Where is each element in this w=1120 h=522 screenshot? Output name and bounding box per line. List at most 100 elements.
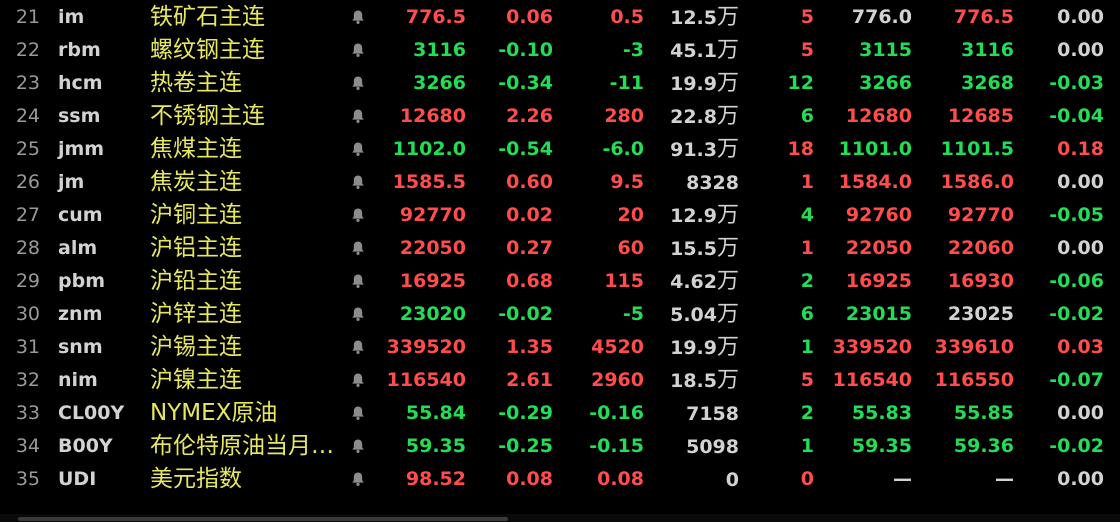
bell-icon[interactable] bbox=[350, 265, 366, 298]
volume-unit: 万 bbox=[716, 269, 739, 294]
quote-row[interactable]: 34 B00Y 布伦特原油当月… 59.35 -0.25 -0.15 5098 1 59.35 5… bbox=[0, 430, 1120, 463]
bell-icon[interactable] bbox=[350, 331, 366, 364]
current-volume: 1 bbox=[800, 435, 814, 457]
volume: 45.1万 bbox=[655, 34, 739, 67]
current-volume: 18 bbox=[787, 138, 814, 160]
current-volume: 4 bbox=[800, 204, 814, 226]
volume-value: 19.9 bbox=[670, 337, 717, 359]
bell-icon[interactable] bbox=[350, 232, 366, 265]
volume: 8328 bbox=[655, 166, 739, 199]
ask-price: 59.36 bbox=[953, 435, 1014, 457]
quote-row[interactable]: 22 rbm 螺纹钢主连 3116 -0.10 -3 45.1万 5 3115 3116 0.00 bbox=[0, 34, 1120, 67]
volume-value: 15.5 bbox=[670, 238, 717, 260]
volume: 0 bbox=[655, 463, 739, 496]
current-volume: 2 bbox=[800, 402, 814, 424]
current-volume: 5 bbox=[800, 39, 814, 61]
contract-code: rbm bbox=[58, 39, 101, 61]
change-percent: -0.02 bbox=[498, 303, 553, 325]
bell-icon[interactable] bbox=[350, 34, 366, 67]
quote-row[interactable]: 28 alm 沪铝主连 22050 0.27 60 15.5万 1 22050 22060 0.00 bbox=[0, 232, 1120, 265]
contract-code: jm bbox=[58, 171, 85, 193]
contract-code: znm bbox=[58, 303, 103, 325]
change-percent: 0.27 bbox=[506, 237, 553, 259]
row-index: 28 bbox=[15, 237, 40, 259]
quote-row[interactable]: 32 nim 沪镍主连 116540 2.61 2960 18.5万 5 116540 11655… bbox=[0, 364, 1120, 397]
quote-row[interactable]: 35 UDI 美元指数 98.52 0.08 0.08 0 0 — — 0.00 bbox=[0, 463, 1120, 496]
bid-price: 3115 bbox=[859, 39, 912, 61]
bell-icon[interactable] bbox=[350, 364, 366, 397]
bell-icon[interactable] bbox=[350, 166, 366, 199]
contract-code: hcm bbox=[58, 72, 103, 94]
volume-unit: 万 bbox=[716, 104, 739, 129]
contract-name: 布伦特原油当月… bbox=[150, 433, 334, 459]
quote-row[interactable]: 24 ssm 不锈钢主连 12680 2.26 280 22.8万 6 12680 12685 -0… bbox=[0, 100, 1120, 133]
bell-icon[interactable] bbox=[350, 1, 366, 34]
bell-icon[interactable] bbox=[350, 298, 366, 331]
current-volume: 1 bbox=[800, 336, 814, 358]
row-index: 34 bbox=[15, 435, 40, 457]
volume-value: 18.5 bbox=[670, 370, 717, 392]
quote-row[interactable]: 26 jm 焦炭主连 1585.5 0.60 9.5 8328 1 1584.0 1586.0 0.… bbox=[0, 166, 1120, 199]
quote-row[interactable]: 27 cum 沪铜主连 92770 0.02 20 12.9万 4 92760 92770 -0.0… bbox=[0, 199, 1120, 232]
change-percent: -0.25 bbox=[498, 435, 553, 457]
bell-icon[interactable] bbox=[350, 100, 366, 133]
bell-icon[interactable] bbox=[350, 463, 366, 496]
contract-code: alm bbox=[58, 237, 98, 259]
change-percent: 2.61 bbox=[506, 369, 553, 391]
row-index: 32 bbox=[15, 369, 40, 391]
change-percent: 0.06 bbox=[506, 6, 553, 28]
volume-value: 19.9 bbox=[670, 73, 717, 95]
quote-row[interactable]: 23 hcm 热卷主连 3266 -0.34 -11 19.9万 12 3266 3268 -0.0… bbox=[0, 67, 1120, 100]
change-amount: -5 bbox=[622, 303, 644, 325]
bell-icon[interactable] bbox=[350, 397, 366, 430]
last-price: 3116 bbox=[413, 39, 466, 61]
quote-row[interactable]: 33 CL00Y NYMEX原油 55.84 -0.29 -0.16 7158 2 55.83 5… bbox=[0, 397, 1120, 430]
bell-icon[interactable] bbox=[350, 67, 366, 100]
change-amount: -11 bbox=[609, 72, 644, 94]
contract-code: B00Y bbox=[58, 435, 113, 457]
last-price: 12680 bbox=[399, 105, 466, 127]
contract-name: 美元指数 bbox=[150, 466, 242, 492]
change-percent: 2.26 bbox=[506, 105, 553, 127]
quote-row[interactable]: 30 znm 沪锌主连 23020 -0.02 -5 5.04万 6 23015 23025 -0.… bbox=[0, 298, 1120, 331]
change-percent: -0.10 bbox=[498, 39, 553, 61]
contract-name: 焦炭主连 bbox=[150, 169, 242, 195]
rise-speed: -0.03 bbox=[1049, 72, 1104, 94]
quote-row[interactable]: 21 im 铁矿石主连 776.5 0.06 0.5 12.5万 5 776.0 776.5 0.0… bbox=[0, 1, 1120, 34]
last-price: 1585.5 bbox=[392, 171, 466, 193]
rise-speed: 0.00 bbox=[1057, 402, 1104, 424]
change-amount: -3 bbox=[622, 39, 644, 61]
current-volume: 0 bbox=[800, 468, 814, 490]
volume-unit: 万 bbox=[716, 368, 739, 393]
bid-price: 339520 bbox=[832, 336, 912, 358]
quote-row[interactable]: 25 jmm 焦煤主连 1102.0 -0.54 -6.0 91.3万 18 1101.0 110… bbox=[0, 133, 1120, 166]
bid-price: 92760 bbox=[845, 204, 912, 226]
horizontal-scrollbar-thumb[interactable] bbox=[18, 517, 508, 521]
volume-value: 22.8 bbox=[670, 106, 717, 128]
volume-value: 5.04 bbox=[670, 304, 717, 326]
change-amount: 9.5 bbox=[610, 171, 644, 193]
quote-row[interactable]: 29 pbm 沪铅主连 16925 0.68 115 4.62万 2 16925 16930 -0.… bbox=[0, 265, 1120, 298]
bell-icon[interactable] bbox=[350, 199, 366, 232]
volume: 19.9万 bbox=[655, 331, 739, 364]
volume-value: 45.1 bbox=[670, 40, 717, 62]
contract-name: 沪镍主连 bbox=[150, 367, 242, 393]
bid-price: 12680 bbox=[845, 105, 912, 127]
row-index: 25 bbox=[15, 138, 40, 160]
current-volume: 2 bbox=[800, 270, 814, 292]
ask-price: 22060 bbox=[947, 237, 1014, 259]
ask-price: 92770 bbox=[947, 204, 1014, 226]
ask-price: 339610 bbox=[934, 336, 1014, 358]
bell-icon[interactable] bbox=[350, 133, 366, 166]
last-price: 98.52 bbox=[405, 468, 466, 490]
row-index: 21 bbox=[15, 6, 40, 28]
volume-value: 8328 bbox=[686, 172, 739, 194]
last-price: 339520 bbox=[386, 336, 466, 358]
bell-icon[interactable] bbox=[350, 430, 366, 463]
contract-name: 沪铜主连 bbox=[150, 202, 242, 228]
rise-speed: -0.07 bbox=[1049, 369, 1104, 391]
change-percent: 0.08 bbox=[506, 468, 553, 490]
volume-value: 7158 bbox=[686, 403, 739, 425]
quote-row[interactable]: 31 snm 沪锡主连 339520 1.35 4520 19.9万 1 339520 33961… bbox=[0, 331, 1120, 364]
last-price: 22050 bbox=[399, 237, 466, 259]
